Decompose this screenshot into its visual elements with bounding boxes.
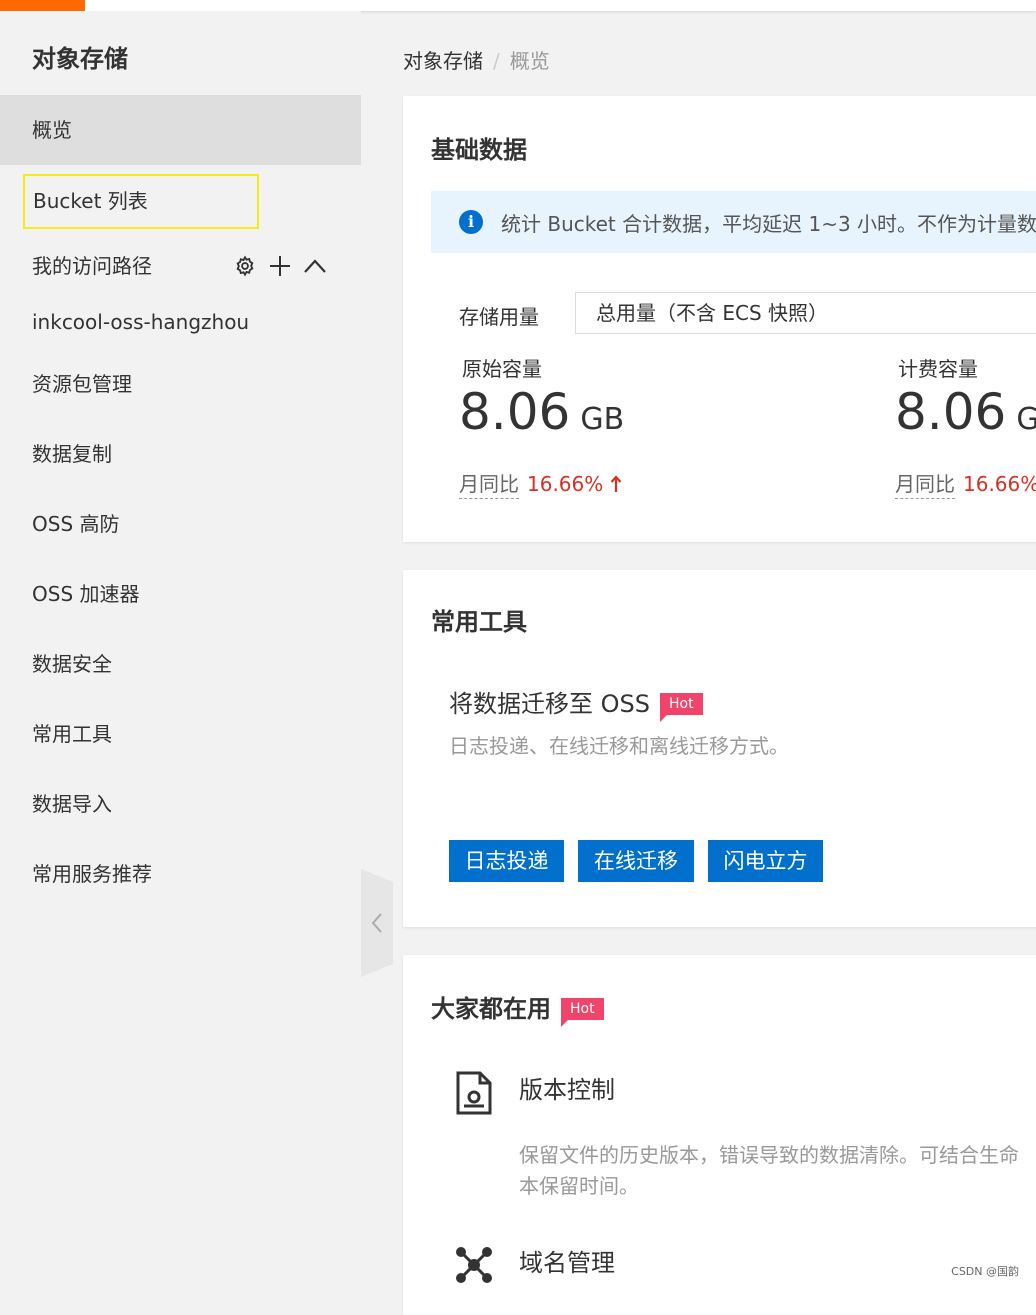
access-path-label: 我的访问路径	[32, 254, 152, 278]
basic-data-title: 基础数据	[431, 136, 527, 164]
compare-value: 16.66%	[963, 472, 1036, 496]
sidebar: 对象存储 概览 Bucket 列表 我的访问路径 inkcool-oss-han…	[0, 11, 361, 1288]
migrate-to-oss-desc: 日志投递、在线迁移和离线迁移方式。	[449, 734, 789, 758]
brand-accent-bar	[0, 0, 85, 11]
metric-value: 8.06GB	[895, 383, 1036, 441]
metric-compare: 月同比 16.66%	[459, 468, 622, 499]
sidebar-item-recommended-services[interactable]: 常用服务推荐	[0, 839, 361, 909]
breadcrumb: 对象存储 / 概览	[403, 45, 550, 74]
sidebar-item-overview[interactable]: 概览	[0, 95, 361, 165]
chevron-left-icon	[371, 913, 382, 933]
basic-data-card: 基础数据 i 统计 Bucket 合计数据，平均延迟 1~3 小时。不作为计量数…	[403, 96, 1036, 542]
breadcrumb-current: 概览	[509, 49, 550, 73]
popular-features-card: 大家都在用 Hot 版本控制 保留文件的历史版本，错误导致的数据清除。可结合生命本…	[403, 955, 1036, 1315]
access-path-section: 我的访问路径	[32, 251, 332, 281]
plus-icon[interactable]	[267, 251, 293, 281]
online-migration-button[interactable]: 在线迁移	[578, 840, 694, 882]
sidebar-item-oss-accelerator[interactable]: OSS 加速器	[0, 559, 361, 629]
info-icon: i	[459, 210, 483, 234]
sidebar-title: 对象存储	[32, 45, 128, 73]
lightning-cube-button[interactable]: 闪电立方	[708, 840, 823, 882]
metric-compare: 月同比 16.66%	[895, 468, 1036, 499]
sidebar-collapse-toggle[interactable]	[361, 869, 393, 977]
popular-features-title: 大家都在用 Hot	[431, 989, 604, 1027]
feature-desc: 保留文件的历史版本，错误导致的数据清除。可结合生命 本保留时间。	[519, 1143, 1019, 1198]
chevron-up-icon[interactable]	[302, 251, 328, 281]
sidebar-item-common-tools[interactable]: 常用工具	[0, 699, 361, 769]
metric-label: 原始容量	[462, 357, 542, 381]
common-tools-title: 常用工具	[431, 608, 527, 636]
sidebar-item-data-security[interactable]: 数据安全	[0, 629, 361, 699]
top-navbar	[0, 0, 1036, 11]
hot-badge: Hot	[561, 998, 604, 1027]
feature-name: 域名管理	[519, 1249, 615, 1277]
sidebar-item-access-path-bucket[interactable]: inkcool-oss-hangzhou	[0, 287, 361, 357]
metric-unit: GB	[580, 402, 625, 437]
notice-text: 统计 Bucket 合计数据，平均延迟 1~3 小时。不作为计量数据	[501, 212, 1036, 236]
breadcrumb-parent[interactable]: 对象存储	[403, 49, 483, 73]
compare-label[interactable]: 月同比	[895, 472, 955, 499]
compare-value: 16.66%	[527, 472, 604, 496]
sidebar-item-bucket-list[interactable]: Bucket 列表	[23, 174, 259, 229]
migrate-to-oss-title[interactable]: 将数据迁移至 OSS Hot	[449, 684, 703, 722]
storage-usage-label: 存储用量	[459, 305, 539, 329]
watermark: CSDN @国韵	[948, 1262, 1022, 1280]
hot-badge: Hot	[660, 693, 703, 722]
sidebar-item-data-import[interactable]: 数据导入	[0, 769, 361, 839]
sidebar-item-oss-ddos[interactable]: OSS 高防	[0, 489, 361, 559]
arrow-up-icon	[610, 475, 621, 492]
compare-label[interactable]: 月同比	[459, 472, 519, 499]
metric-label: 计费容量	[898, 357, 978, 381]
network-icon	[456, 1247, 492, 1283]
sidebar-item-data-replication[interactable]: 数据复制	[0, 419, 361, 489]
metric-unit: GB	[1016, 402, 1036, 437]
log-delivery-button[interactable]: 日志投递	[449, 840, 564, 882]
common-tools-card: 常用工具 将数据迁移至 OSS Hot 日志投递、在线迁移和离线迁移方式。 日志投…	[403, 570, 1036, 927]
storage-usage-select[interactable]: 总用量（不含 ECS 快照）	[575, 292, 1036, 334]
document-icon	[456, 1071, 492, 1115]
breadcrumb-separator: /	[493, 49, 500, 73]
gear-icon[interactable]	[232, 251, 258, 281]
notice-banner: i 统计 Bucket 合计数据，平均延迟 1~3 小时。不作为计量数据	[431, 191, 1036, 253]
sidebar-item-resource-package[interactable]: 资源包管理	[0, 349, 361, 419]
metric-value: 8.06GB	[459, 383, 625, 441]
feature-name: 版本控制	[519, 1076, 615, 1104]
